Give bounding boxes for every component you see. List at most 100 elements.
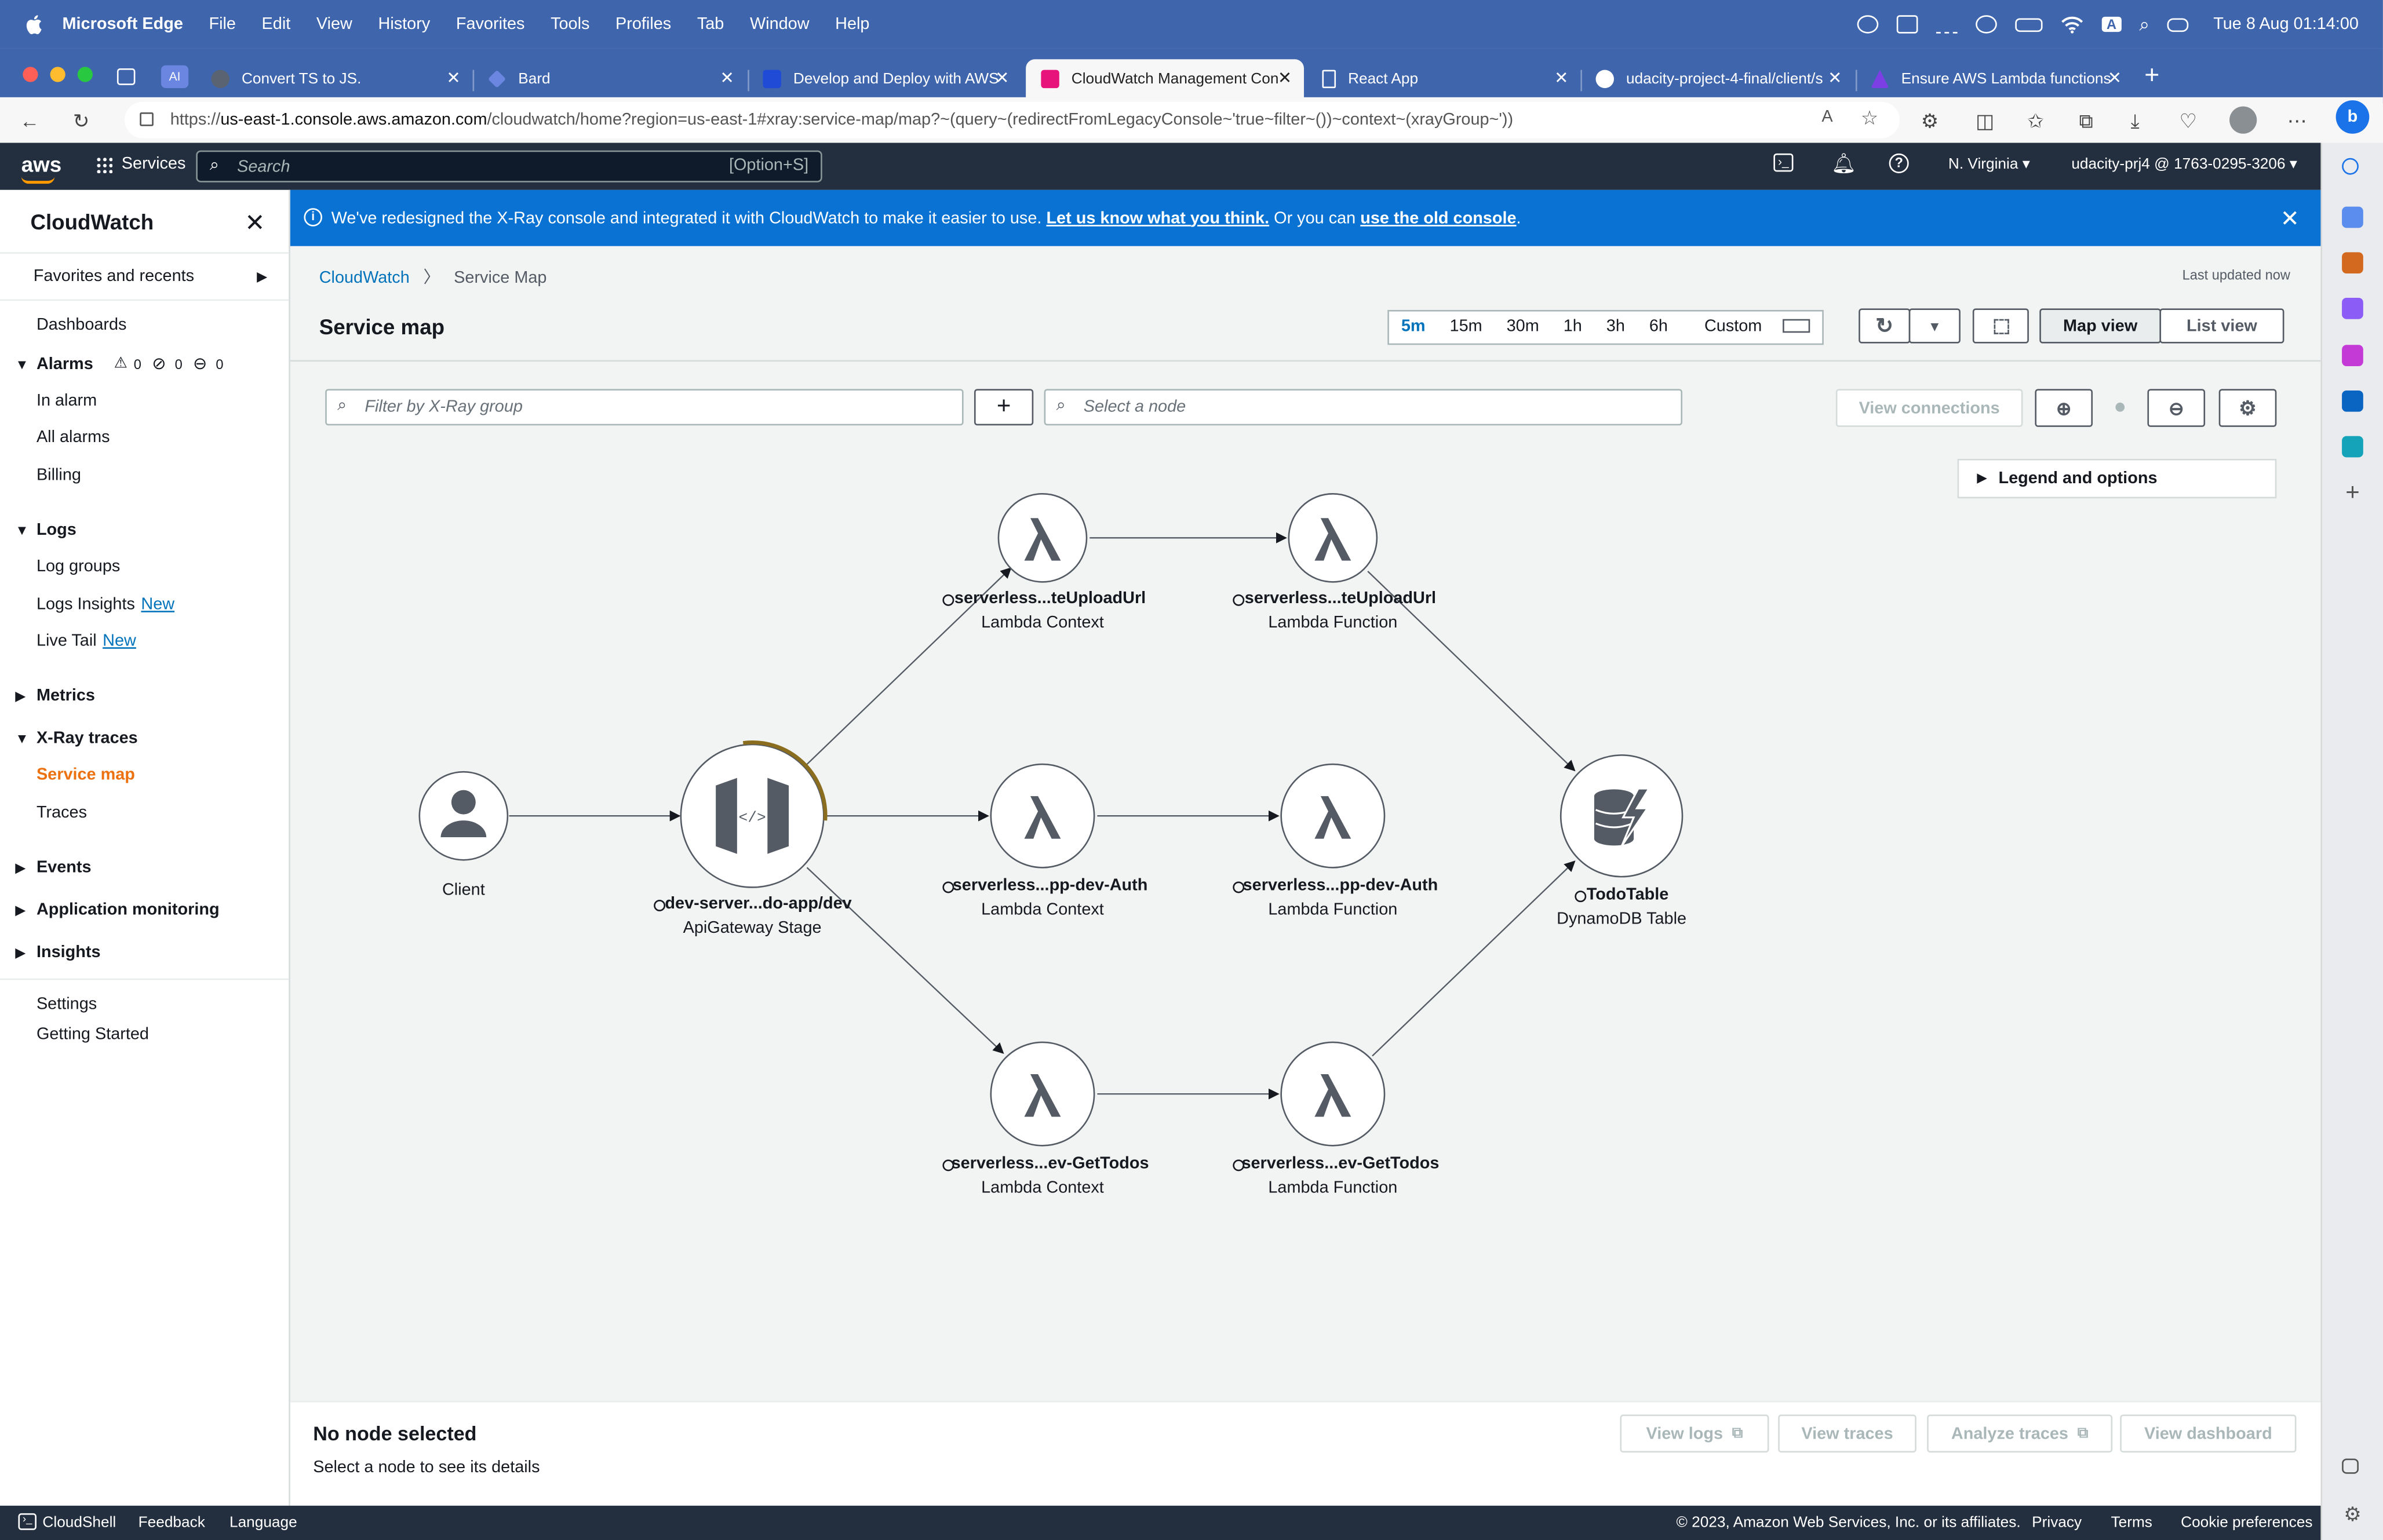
tab-close-icon[interactable]: ✕	[1277, 68, 1292, 89]
node-ctx-todos[interactable]	[990, 1041, 1095, 1147]
aws-logo[interactable]: aws	[21, 152, 61, 184]
refresh-options-button[interactable]: ▼	[1908, 308, 1961, 344]
time-range-15m[interactable]: 15m	[1438, 312, 1495, 344]
browser-essentials-icon[interactable]: ♡	[2180, 110, 2198, 134]
cloud-icon[interactable]	[1936, 15, 1958, 34]
nav-settings[interactable]: Settings	[37, 995, 97, 1013]
nav-insights[interactable]: Insights	[37, 944, 101, 962]
nav-alarms[interactable]: Alarms	[37, 356, 93, 374]
nav-favorites-recents[interactable]: Favorites and recents	[34, 268, 194, 286]
sidebar-search-icon[interactable]	[2342, 158, 2359, 175]
add-group-button[interactable]: +	[974, 389, 1034, 426]
profile-avatar[interactable]	[2229, 106, 2257, 134]
cloudshell-icon[interactable]: ›_	[1773, 153, 1794, 172]
feedback-link[interactable]: Let us know what you think.	[1046, 209, 1269, 227]
refresh-icon[interactable]: ↻	[73, 110, 90, 134]
time-range-6h[interactable]: 6h	[1637, 312, 1680, 344]
tab-bard[interactable]: Bard ✕	[473, 59, 746, 98]
nav-live-tail[interactable]: Live Tail New	[37, 632, 136, 650]
node-client[interactable]	[418, 771, 509, 861]
node-dynamodb-table[interactable]	[1559, 754, 1684, 878]
favorite-star-icon[interactable]: ☆	[1861, 107, 1879, 131]
clock-datetime[interactable]: Tue 8 Aug 01:14:00	[2213, 15, 2359, 33]
footer-cookie-preferences[interactable]: Cookie preferences	[2181, 1515, 2312, 1532]
view-dashboard-button[interactable]: View dashboard	[2120, 1414, 2297, 1453]
tab-close-icon[interactable]: ✕	[720, 68, 734, 88]
footer-privacy[interactable]: Privacy	[2032, 1515, 2082, 1532]
tab-close-icon[interactable]: ✕	[995, 68, 1009, 88]
menu-file[interactable]: File	[209, 15, 236, 33]
menu-tools[interactable]: Tools	[551, 15, 589, 33]
caret-down-icon[interactable]: ▼	[15, 357, 28, 372]
workspace-ai-icon[interactable]: AI	[161, 65, 189, 89]
nav-xray-traces[interactable]: X-Ray traces	[37, 729, 138, 747]
nav-application-monitoring[interactable]: Application monitoring	[37, 901, 220, 919]
tab-react-app[interactable]: React App ✕	[1307, 59, 1580, 98]
caret-right-icon[interactable]: ▶	[15, 688, 25, 705]
close-nav-icon[interactable]: ✕	[245, 208, 265, 238]
view-connections-button[interactable]: View connections	[1835, 389, 2023, 427]
sidebar-shopping-icon[interactable]	[2342, 206, 2363, 228]
control-center-icon[interactable]	[2167, 17, 2189, 31]
footer-terms[interactable]: Terms	[2111, 1515, 2152, 1532]
sidebar-office-icon[interactable]	[2342, 345, 2363, 366]
account-menu[interactable]: udacity-prj4 @ 1763-0295-3206 ▾	[2071, 156, 2297, 173]
list-view-button[interactable]: List view	[2159, 308, 2284, 344]
back-icon[interactable]: ←	[20, 110, 39, 132]
nav-service-map[interactable]: Service map	[37, 766, 135, 784]
node-ctx-upload[interactable]	[997, 492, 1088, 583]
time-range-30m[interactable]: 30m	[1495, 312, 1551, 344]
tab-ensure-lambda[interactable]: Ensure AWS Lambda functions ✕	[1856, 59, 2134, 98]
tab-close-icon[interactable]: ✕	[1828, 68, 1842, 88]
analyze-traces-button[interactable]: Analyze traces ⧉	[1927, 1414, 2113, 1453]
services-menu[interactable]: Services	[96, 155, 185, 173]
menu-tab[interactable]: Tab	[697, 15, 724, 33]
nav-logs-insights[interactable]: Logs Insights New	[37, 596, 174, 614]
menu-profiles[interactable]: Profiles	[615, 15, 671, 33]
node-ctx-auth[interactable]	[990, 763, 1095, 868]
nav-all-alarms[interactable]: All alarms	[37, 429, 110, 447]
sidebar-tools-icon[interactable]	[2342, 252, 2363, 274]
time-range-5m[interactable]: 5m	[1389, 312, 1438, 344]
new-badge[interactable]: New	[103, 632, 136, 650]
menu-edit[interactable]: Edit	[262, 15, 291, 33]
wifi-icon[interactable]	[2061, 15, 2083, 34]
input-source-icon[interactable]: A	[2102, 16, 2121, 32]
tab-develop-deploy-aws[interactable]: Develop and Deploy with AWS ✕	[748, 59, 1021, 98]
new-tab-icon[interactable]: +	[2144, 61, 2159, 91]
fullscreen-button[interactable]	[1972, 308, 2029, 344]
apple-icon[interactable]	[24, 14, 42, 35]
sidebar-outlook-icon[interactable]	[2342, 390, 2363, 412]
sidebar-games-icon[interactable]	[2342, 297, 2363, 319]
nav-in-alarm[interactable]: In alarm	[37, 392, 97, 410]
caret-right-icon[interactable]: ▶	[257, 269, 267, 286]
region-selector[interactable]: N. Virginia ▾	[1948, 156, 2030, 173]
caret-down-icon[interactable]: ▼	[15, 731, 28, 746]
tab-convert-ts[interactable]: Convert TS to JS. ✕	[196, 59, 472, 98]
nav-metrics[interactable]: Metrics	[37, 687, 95, 705]
split-screen-icon[interactable]: ◫	[1976, 110, 1994, 134]
nav-events[interactable]: Events	[37, 859, 92, 877]
nav-getting-started[interactable]: Getting Started	[37, 1026, 149, 1043]
battery-icon[interactable]	[2015, 17, 2043, 31]
time-range-custom[interactable]: Custom	[1680, 312, 1823, 344]
favorites-icon[interactable]: ✩	[2027, 110, 2044, 134]
node-fn-upload[interactable]	[1288, 492, 1378, 583]
old-console-link[interactable]: use the old console	[1360, 209, 1516, 227]
tab-cloudwatch[interactable]: CloudWatch Management Con ✕	[1026, 59, 1305, 99]
view-traces-button[interactable]: View traces	[1778, 1414, 1916, 1453]
menu-history[interactable]: History	[378, 15, 430, 33]
nav-log-groups[interactable]: Log groups	[37, 557, 120, 575]
aws-search-input[interactable]: ⌕ Search [Option+S]	[196, 150, 822, 183]
nav-billing[interactable]: Billing	[37, 466, 81, 484]
sidebar-add-icon[interactable]: +	[2342, 481, 2363, 505]
spotlight-search-icon[interactable]: ⌕	[2139, 13, 2149, 35]
footer-feedback[interactable]: Feedback	[139, 1515, 205, 1532]
menu-favorites[interactable]: Favorites	[456, 15, 525, 33]
address-bar[interactable]: https://us-east-1.console.aws.amazon.com…	[125, 101, 1900, 138]
nav-traces[interactable]: Traces	[37, 804, 87, 822]
app-name[interactable]: Microsoft Edge	[63, 15, 183, 33]
help-icon[interactable]: ?	[1889, 153, 1909, 173]
sync-icon[interactable]	[1857, 15, 1879, 34]
node-apigateway-stage[interactable]: </>	[680, 740, 828, 888]
